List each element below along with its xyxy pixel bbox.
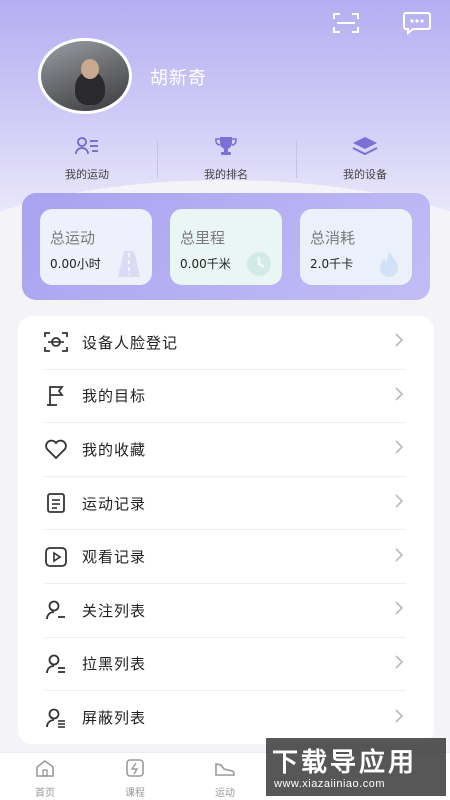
menu-item-follow-list[interactable]: 关注列表 bbox=[44, 584, 406, 638]
menu-label: 屏蔽列表 bbox=[82, 709, 147, 728]
menu-label: 观看记录 bbox=[82, 548, 147, 567]
layers-icon bbox=[352, 136, 378, 160]
clock-icon bbox=[244, 249, 274, 279]
document-icon bbox=[44, 491, 68, 515]
chevron-right-icon bbox=[394, 332, 404, 352]
stats-panel: 总运动 0.00小时 总里程 0.00千米 总消耗 2.0千卡 bbox=[22, 193, 430, 300]
menu-item-hide-list[interactable]: 屏蔽列表 bbox=[44, 691, 406, 745]
quick-nav-label: 我的运动 bbox=[65, 168, 109, 181]
quick-nav-my-sports[interactable]: 我的运动 bbox=[27, 136, 147, 182]
play-icon bbox=[44, 545, 68, 569]
user-hide-icon bbox=[44, 706, 68, 730]
chevron-right-icon bbox=[394, 600, 404, 620]
divider bbox=[157, 140, 158, 178]
tab-sports[interactable]: 运动 bbox=[180, 759, 270, 799]
quick-nav-my-ranking[interactable]: 我的排名 bbox=[166, 136, 286, 182]
quick-nav-my-devices[interactable]: 我的设备 bbox=[305, 136, 425, 182]
user-follow-icon bbox=[44, 598, 68, 622]
watermark-url: www.xiazaiiniao.com bbox=[274, 778, 385, 790]
quick-nav-label: 我的排名 bbox=[204, 168, 248, 181]
menu-item-face-registration[interactable]: 设备人脸登记 bbox=[44, 316, 406, 370]
stat-title: 总运动 bbox=[50, 229, 96, 247]
menu-item-sports-record[interactable]: 运动记录 bbox=[44, 477, 406, 531]
trophy-icon bbox=[214, 136, 238, 160]
face-scan-icon bbox=[44, 330, 68, 354]
user-block-icon bbox=[44, 652, 68, 676]
menu-item-favorites[interactable]: 我的收藏 bbox=[44, 423, 406, 477]
scan-icon[interactable] bbox=[331, 10, 361, 36]
stat-value: 0.00千米 bbox=[180, 257, 231, 271]
tab-label: 课程 bbox=[125, 788, 145, 799]
menu-label: 拉黑列表 bbox=[82, 655, 147, 674]
chevron-right-icon bbox=[394, 439, 404, 459]
username: 胡新奇 bbox=[150, 68, 207, 89]
tab-course[interactable]: 课程 bbox=[90, 759, 180, 799]
menu-label: 我的收藏 bbox=[82, 440, 147, 459]
flame-icon bbox=[374, 249, 404, 279]
divider bbox=[296, 140, 297, 178]
tab-home[interactable]: 首页 bbox=[0, 759, 90, 799]
avatar[interactable] bbox=[38, 38, 132, 114]
home-icon bbox=[35, 759, 55, 781]
stat-card-total-distance[interactable]: 总里程 0.00千米 bbox=[170, 209, 282, 285]
stat-card-total-calories[interactable]: 总消耗 2.0千卡 bbox=[300, 209, 412, 285]
chevron-right-icon bbox=[394, 386, 404, 406]
avatar-head bbox=[81, 59, 99, 79]
menu-item-block-list[interactable]: 拉黑列表 bbox=[44, 638, 406, 692]
menu-list: 设备人脸登记 我的目标 我的收藏 运动记录 观看记录 关注列表 拉黑列表 屏蔽列… bbox=[18, 316, 434, 744]
menu-label: 设备人脸登记 bbox=[82, 333, 179, 352]
message-icon[interactable] bbox=[402, 10, 432, 36]
shoe-icon bbox=[214, 759, 236, 781]
menu-item-my-goal[interactable]: 我的目标 bbox=[44, 370, 406, 424]
menu-label: 我的目标 bbox=[82, 387, 147, 406]
stat-title: 总里程 bbox=[180, 229, 226, 247]
chevron-right-icon bbox=[394, 547, 404, 567]
road-icon bbox=[114, 249, 144, 279]
stat-value: 2.0千卡 bbox=[310, 257, 354, 271]
menu-label: 运动记录 bbox=[82, 494, 147, 513]
chevron-right-icon bbox=[394, 708, 404, 728]
chevron-right-icon bbox=[394, 654, 404, 674]
quick-nav: 我的运动 我的排名 我的设备 bbox=[0, 136, 450, 184]
tab-label: 运动 bbox=[215, 788, 235, 799]
heart-icon bbox=[44, 437, 68, 461]
menu-label: 关注列表 bbox=[82, 601, 147, 620]
flag-icon bbox=[44, 384, 68, 408]
watermark: 下载导应用 www.xiazaiiniao.com bbox=[266, 738, 446, 796]
stat-card-total-sports[interactable]: 总运动 0.00小时 bbox=[40, 209, 152, 285]
watermark-title: 下载导应用 bbox=[272, 748, 418, 778]
user-list-icon bbox=[75, 136, 99, 160]
tab-label: 首页 bbox=[35, 788, 55, 799]
quick-nav-label: 我的设备 bbox=[343, 168, 387, 181]
stat-value: 0.00小时 bbox=[50, 257, 101, 271]
course-icon bbox=[125, 759, 145, 781]
stat-title: 总消耗 bbox=[310, 229, 356, 247]
menu-item-watch-history[interactable]: 观看记录 bbox=[44, 530, 406, 584]
chevron-right-icon bbox=[394, 493, 404, 513]
